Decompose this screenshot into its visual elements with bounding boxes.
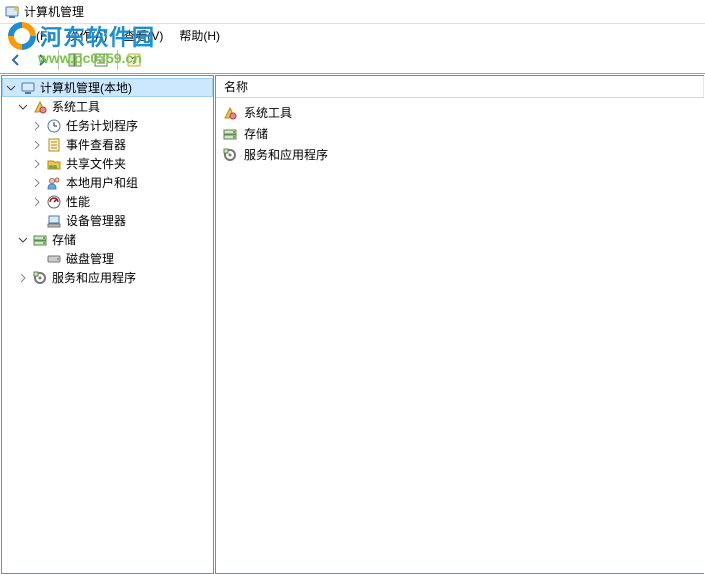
- expander-closed-icon[interactable]: [30, 138, 44, 152]
- window-title: 计算机管理: [24, 3, 84, 20]
- toolbar-separator: [58, 50, 59, 70]
- performance-icon: [46, 194, 62, 210]
- list-panel: 名称 系统工具: [215, 75, 704, 574]
- services-icon: [222, 147, 238, 163]
- toolbar-forward-button[interactable]: [30, 48, 54, 72]
- column-name[interactable]: 名称: [216, 76, 704, 97]
- tree-disk-management-label: 磁盘管理: [64, 250, 114, 267]
- tree-panel[interactable]: 计算机管理(本地) 系统工具: [1, 75, 214, 574]
- expander-open-icon[interactable]: [16, 233, 30, 247]
- tree-root-label: 计算机管理(本地): [38, 79, 132, 96]
- device-manager-icon: [46, 213, 62, 229]
- system-tools-icon: [222, 105, 238, 121]
- disk-icon: [46, 251, 62, 267]
- expander-open-icon[interactable]: [16, 100, 30, 114]
- tree-system-tools-label: 系统工具: [50, 98, 100, 115]
- tree-shared-folders-label: 共享文件夹: [64, 155, 126, 172]
- event-viewer-icon: [46, 137, 62, 153]
- users-icon: [46, 175, 62, 191]
- tree-services-apps[interactable]: 服务和应用程序: [2, 268, 213, 287]
- list-item[interactable]: 存储: [218, 123, 702, 144]
- services-icon: [32, 270, 48, 286]
- menu-action[interactable]: 操作(A): [59, 25, 115, 46]
- tree-event-viewer[interactable]: 事件查看器: [2, 135, 213, 154]
- content-area: 计算机管理(本地) 系统工具: [0, 74, 705, 574]
- tree-shared-folders[interactable]: 共享文件夹: [2, 154, 213, 173]
- tree-performance[interactable]: 性能: [2, 192, 213, 211]
- toolbar-help-button[interactable]: ?: [122, 48, 146, 72]
- list-item-label: 存储: [242, 125, 268, 142]
- tree-root[interactable]: 计算机管理(本地): [2, 78, 213, 97]
- tree-task-scheduler[interactable]: 任务计划程序: [2, 116, 213, 135]
- tree-local-users-label: 本地用户和组: [64, 174, 138, 191]
- tree-storage-label: 存储: [50, 231, 76, 248]
- window-titlebar: 计算机管理: [0, 0, 705, 24]
- toolbar-back-button[interactable]: [4, 48, 28, 72]
- tree-local-users[interactable]: 本地用户和组: [2, 173, 213, 192]
- expander-closed-icon[interactable]: [30, 119, 44, 133]
- tree-task-scheduler-label: 任务计划程序: [64, 117, 138, 134]
- storage-icon: [222, 126, 238, 142]
- arrow-right-icon: [34, 52, 50, 68]
- help-icon: ?: [126, 52, 142, 68]
- tree-device-manager[interactable]: 设备管理器: [2, 211, 213, 230]
- list-item[interactable]: 服务和应用程序: [218, 144, 702, 165]
- list-header: 名称: [216, 76, 704, 98]
- expander-open-icon[interactable]: [4, 81, 18, 95]
- tree-device-manager-label: 设备管理器: [64, 212, 126, 229]
- tree-performance-label: 性能: [64, 193, 90, 210]
- expander-closed-icon[interactable]: [30, 195, 44, 209]
- menu-view[interactable]: 查看(V): [115, 25, 171, 46]
- toolbar-properties-button[interactable]: [89, 48, 113, 72]
- menubar: 文件(F) 操作(A) 查看(V) 帮助(H): [0, 24, 705, 46]
- tree-toggle-icon: [67, 52, 83, 68]
- menu-file[interactable]: 文件(F): [4, 25, 59, 46]
- expander-closed-icon[interactable]: [16, 271, 30, 285]
- tree-services-apps-label: 服务和应用程序: [50, 269, 136, 286]
- list-body[interactable]: 系统工具 存储: [216, 98, 704, 573]
- toolbar: ?: [0, 46, 705, 74]
- toolbar-show-hide-button[interactable]: [63, 48, 87, 72]
- system-tools-icon: [32, 99, 48, 115]
- tree-storage[interactable]: 存储: [2, 230, 213, 249]
- app-icon: [4, 4, 20, 20]
- menu-help[interactable]: 帮助(H): [171, 25, 228, 46]
- shared-folder-icon: [46, 156, 62, 172]
- tree-system-tools[interactable]: 系统工具: [2, 97, 213, 116]
- list-item-label: 服务和应用程序: [242, 146, 328, 163]
- expander-closed-icon[interactable]: [30, 157, 44, 171]
- arrow-left-icon: [8, 52, 24, 68]
- list-item[interactable]: 系统工具: [218, 102, 702, 123]
- toolbar-separator: [117, 50, 118, 70]
- properties-icon: [93, 52, 109, 68]
- list-item-label: 系统工具: [242, 104, 292, 121]
- tree-event-viewer-label: 事件查看器: [64, 136, 126, 153]
- computer-management-icon: [20, 80, 36, 96]
- storage-icon: [32, 232, 48, 248]
- clock-icon: [46, 118, 62, 134]
- svg-text:?: ?: [131, 56, 137, 67]
- tree-disk-management[interactable]: 磁盘管理: [2, 249, 213, 268]
- expander-closed-icon[interactable]: [30, 176, 44, 190]
